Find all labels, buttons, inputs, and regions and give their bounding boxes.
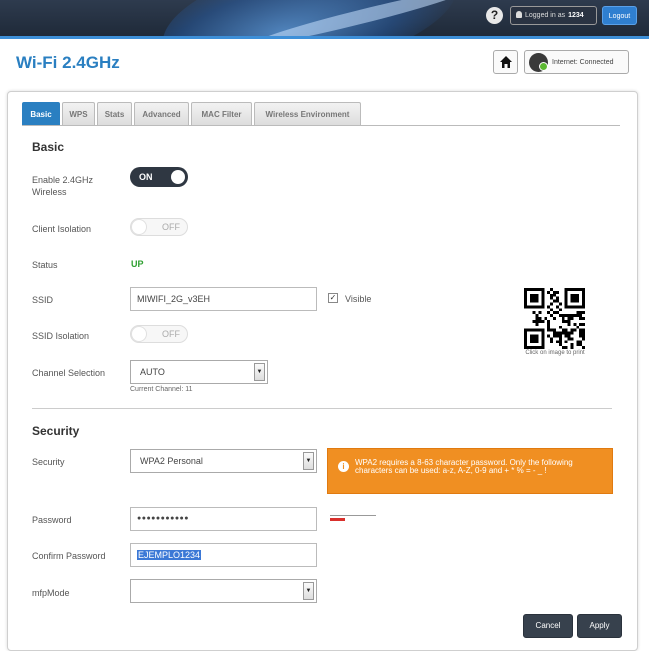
chevron-down-icon: ▼: [303, 582, 314, 600]
mfp-mode-label: mfpMode: [32, 588, 70, 598]
help-icon[interactable]: ?: [486, 7, 503, 24]
ssid-isolation-toggle[interactable]: OFF: [130, 325, 188, 343]
page-title: Wi-Fi 2.4GHz: [16, 53, 120, 72]
qr-code-image[interactable]: [523, 288, 586, 349]
user-id: 1234: [568, 12, 584, 19]
client-isolation-value: OFF: [162, 222, 180, 232]
logout-button[interactable]: Logout: [602, 6, 637, 25]
security-select-value: WPA2 Personal: [140, 456, 203, 466]
enable-wireless-value: ON: [139, 172, 153, 182]
tab-wps[interactable]: WPS: [62, 102, 95, 126]
security-section-title: Security: [32, 424, 80, 438]
user-icon: [516, 11, 522, 18]
tab-wireless-environment[interactable]: Wireless Environment: [254, 102, 361, 126]
enable-wireless-toggle[interactable]: ON: [130, 167, 188, 187]
channel-selection-label: Channel Selection: [32, 368, 106, 378]
status-value: UP: [131, 259, 144, 269]
password-strength-fill: [330, 518, 345, 521]
internet-label: Internet:: [552, 59, 578, 66]
warning-text: WPA2 requires a 8-63 character password.…: [355, 458, 573, 475]
basic-section-title: Basic: [32, 140, 65, 154]
confirm-password-value: EJEMPLO1234: [137, 550, 202, 560]
globe-icon: [529, 53, 548, 72]
password-label: Password: [32, 515, 72, 525]
home-icon: [500, 56, 512, 68]
header-accent-line: [0, 36, 649, 39]
internet-status-indicator: Internet: Connected: [524, 50, 629, 74]
visible-checkbox[interactable]: ✓: [328, 293, 338, 303]
ssid-isolation-label: SSID Isolation: [32, 331, 90, 341]
ssid-input[interactable]: MIWIFI_2G_v3EH: [130, 287, 317, 311]
chevron-down-icon: ▼: [303, 452, 314, 470]
section-divider: [32, 408, 612, 409]
confirm-password-input[interactable]: EJEMPLO1234: [130, 543, 317, 567]
password-strength-meter: [330, 515, 376, 522]
tab-advanced[interactable]: Advanced: [134, 102, 189, 126]
cancel-button[interactable]: Cancel: [523, 614, 573, 638]
apply-button[interactable]: Apply: [577, 614, 622, 638]
tab-mac-filter[interactable]: MAC Filter: [191, 102, 252, 126]
internet-status: Connected: [579, 59, 614, 66]
qr-caption: Click on image to print: [525, 350, 585, 356]
security-select[interactable]: WPA2 Personal ▼: [130, 449, 317, 473]
info-icon: i: [338, 461, 349, 472]
channel-select-value: AUTO: [140, 367, 165, 377]
ssid-isolation-value: OFF: [162, 329, 180, 339]
logged-in-label: Logged in as: [525, 12, 566, 19]
home-button[interactable]: [493, 50, 518, 74]
mfp-mode-select[interactable]: ▼: [130, 579, 317, 603]
toggle-knob: [171, 170, 185, 184]
client-isolation-label: Client Isolation: [32, 224, 92, 234]
confirm-password-label: Confirm Password: [32, 551, 106, 561]
toggle-knob: [131, 326, 147, 342]
tab-stats[interactable]: Stats: [97, 102, 132, 126]
top-bar: ? Logged in as 1234 Logout: [0, 0, 649, 36]
status-label: Status: [32, 260, 58, 270]
logged-in-indicator: Logged in as 1234: [510, 6, 597, 25]
password-requirements-warning: i WPA2 requires a 8-63 character passwor…: [327, 448, 613, 494]
security-label: Security: [32, 457, 65, 467]
chevron-down-icon: ▼: [254, 363, 265, 381]
password-input[interactable]: ●●●●●●●●●●●: [130, 507, 317, 531]
tab-underline: [22, 125, 620, 126]
channel-select[interactable]: AUTO ▼: [130, 360, 268, 384]
toggle-knob: [131, 219, 147, 235]
ssid-label: SSID: [32, 295, 54, 305]
tab-basic[interactable]: Basic: [22, 102, 60, 126]
client-isolation-toggle[interactable]: OFF: [130, 218, 188, 236]
enable-wireless-label: Enable 2.4GHz Wireless: [32, 175, 94, 197]
current-channel-hint: Current Channel: 11: [130, 386, 193, 393]
visible-label: Visible: [345, 294, 372, 304]
